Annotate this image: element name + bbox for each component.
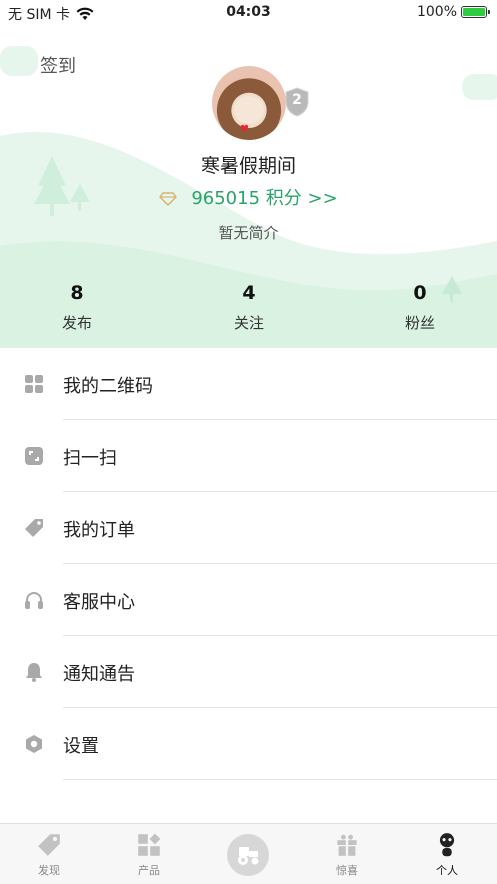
tab-label: 个人	[436, 864, 458, 877]
menu-label: 客服中心	[63, 592, 135, 613]
points-text: 965015 积分 >>	[191, 188, 338, 209]
status-right: 100%	[416, 4, 490, 20]
menu-item-orders[interactable]: 我的订单	[0, 492, 497, 564]
stat-following[interactable]: 4 关注	[189, 282, 309, 333]
menu-label: 我的二维码	[63, 376, 153, 397]
tag-icon	[25, 519, 43, 537]
qr-code-icon	[25, 375, 43, 393]
tab-discover[interactable]: 发现	[14, 832, 84, 878]
divider	[63, 779, 497, 780]
menu-item-scan[interactable]: 扫一扫	[0, 420, 497, 492]
stat-posts[interactable]: 8 发布	[17, 282, 137, 333]
tab-label: 发现	[38, 864, 60, 877]
tab-products[interactable]: 产品	[114, 832, 184, 878]
heart-icon: ♥	[240, 124, 249, 135]
profile-header: 签到 ♥ 2 寒暑假期间 965015 积分 >> 暂无简介 8 发布 4 关注…	[0, 26, 497, 348]
battery-icon	[461, 6, 490, 18]
tab-surprise[interactable]: 惊喜	[312, 832, 382, 878]
menu-item-customer-service[interactable]: 客服中心	[0, 564, 497, 636]
gift-icon	[337, 834, 357, 856]
menu-label: 扫一扫	[63, 448, 117, 469]
avatar-face	[234, 96, 264, 124]
nickname: 寒暑假期间	[200, 155, 296, 177]
menu-item-qr-code[interactable]: 我的二维码	[0, 348, 497, 420]
level-badge: 2	[284, 87, 310, 117]
tag-icon	[38, 834, 60, 856]
stat-value: 8	[70, 282, 84, 304]
grid-icon	[138, 833, 161, 856]
stat-label: 关注	[233, 314, 264, 332]
person-icon	[439, 833, 455, 857]
menu-item-notifications[interactable]: 通知通告	[0, 636, 497, 708]
points-link[interactable]: 965015 积分 >>	[0, 184, 497, 210]
stat-label: 粉丝	[404, 314, 435, 332]
menu-list: 我的二维码 扫一扫 我的订单 客服中心 通知通告 设置	[0, 348, 497, 780]
bio-text: 暂无简介	[218, 224, 279, 242]
battery-percent: 100%	[416, 4, 457, 20]
stat-label: 发布	[61, 314, 92, 332]
bell-icon	[26, 663, 42, 682]
scan-icon	[25, 447, 43, 465]
stat-value: 4	[242, 282, 256, 304]
tab-label: 产品	[138, 864, 160, 877]
tractor-icon	[238, 847, 259, 865]
signin-button[interactable]: 签到	[40, 52, 76, 78]
stat-value: 0	[413, 282, 427, 304]
tab-bar: 发现 产品 惊喜 个人	[0, 823, 497, 884]
avatar[interactable]: ♥	[212, 66, 286, 140]
stat-followers[interactable]: 0 粉丝	[360, 282, 480, 333]
tab-personal[interactable]: 个人	[412, 832, 482, 878]
menu-label: 设置	[63, 736, 99, 757]
hexagon-settings-icon	[26, 735, 42, 753]
tab-label: 惊喜	[336, 864, 358, 877]
status-bar: 无 SIM 卡 04:03 100%	[0, 0, 497, 26]
menu-item-settings[interactable]: 设置	[0, 708, 497, 780]
center-action-button[interactable]	[227, 834, 269, 876]
level-number: 2	[292, 92, 302, 108]
diamond-icon	[159, 192, 178, 206]
menu-label: 通知通告	[63, 664, 135, 685]
headphones-icon	[25, 592, 43, 609]
menu-label: 我的订单	[63, 520, 135, 541]
